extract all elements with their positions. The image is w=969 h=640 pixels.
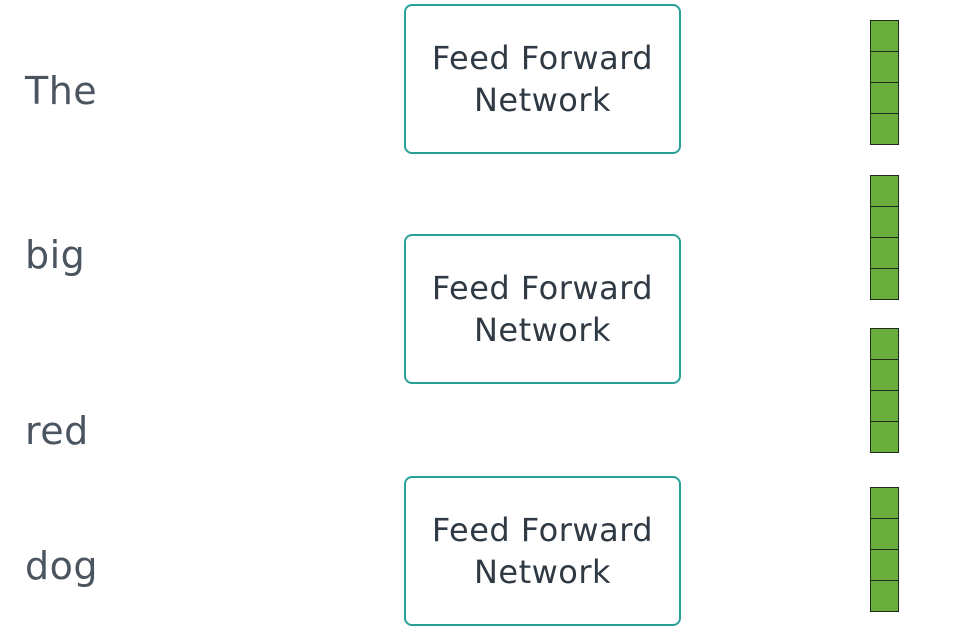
feed-forward-network-block: Feed Forward Network <box>404 234 681 384</box>
vector-cell <box>870 580 899 612</box>
vector-cell <box>870 268 899 300</box>
vector-cell <box>870 328 899 360</box>
vector-cell <box>870 390 899 422</box>
vector-cell <box>870 82 899 114</box>
ffn-label-line2: Network <box>473 311 612 349</box>
feed-forward-network-block: Feed Forward Network <box>404 4 681 154</box>
vector-cell <box>870 51 899 83</box>
vector-cell <box>870 549 899 581</box>
vector-cell <box>870 206 899 238</box>
vector-cell <box>870 487 899 519</box>
vector-cell <box>870 113 899 145</box>
output-vector <box>870 487 899 612</box>
word-the: The <box>25 69 98 113</box>
output-vector <box>870 20 899 145</box>
word-red: red <box>25 409 89 453</box>
output-vector <box>870 328 899 453</box>
vector-cell <box>870 518 899 550</box>
ffn-label-line1: Feed Forward <box>431 511 654 549</box>
vector-cell <box>870 359 899 391</box>
vector-cell <box>870 175 899 207</box>
feed-forward-network-block: Feed Forward Network <box>404 476 681 626</box>
vector-cell <box>870 237 899 269</box>
word-dog: dog <box>25 544 98 588</box>
output-vector <box>870 175 899 300</box>
ffn-label-line2: Network <box>473 553 612 591</box>
vector-cell <box>870 421 899 453</box>
ffn-label-line1: Feed Forward <box>431 269 654 307</box>
word-big: big <box>25 233 86 277</box>
ffn-label-line2: Network <box>473 81 612 119</box>
vector-cell <box>870 20 899 52</box>
ffn-label-line1: Feed Forward <box>431 39 654 77</box>
